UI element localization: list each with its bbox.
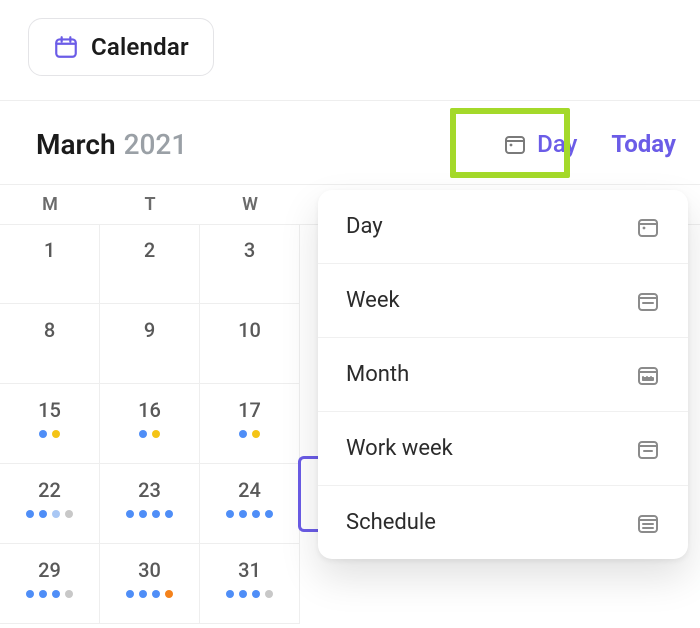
divider [0,100,700,101]
event-dots [200,430,299,438]
event-dots [100,510,199,518]
page-title: March 2021 [36,128,187,161]
event-dots [100,430,199,438]
calendar-cell[interactable]: 2 [100,224,200,304]
calendar-row: 22 23 24 [0,464,310,544]
calendar-cell[interactable]: 9 [100,304,200,384]
calendar-row: 8 9 10 [0,304,310,384]
month-header: March 2021 Day Today [36,120,676,168]
calendar-row: 15 16 17 [0,384,310,464]
menu-item-label: Work week [346,436,453,461]
calendar-cell[interactable]: 31 [200,544,300,624]
calendar-icon [53,34,79,60]
view-switcher-label: Day [537,130,577,158]
divider [0,184,700,185]
calendar-day-icon [636,215,660,239]
today-button[interactable]: Today [611,130,676,158]
calendar-grid: 1 2 3 8 9 10 15 16 17 22 23 24 [0,224,310,624]
event-dots [100,590,199,598]
calendar-cell[interactable]: 24 [200,464,300,544]
menu-item-label: Week [346,288,400,313]
menu-item-workweek[interactable]: Work week [318,412,688,486]
calendar-cell[interactable]: 23 [100,464,200,544]
menu-item-label: Day [346,214,383,239]
month-label: March [36,128,116,161]
weekday-label: M [0,194,100,215]
calendar-cell[interactable]: 15 [0,384,100,464]
menu-item-label: Month [346,362,409,387]
calendar-cell[interactable]: 30 [100,544,200,624]
calendar-workweek-icon [636,437,660,461]
calendar-cell[interactable]: 10 [200,304,300,384]
menu-item-month[interactable]: Month [318,338,688,412]
event-dots [200,510,299,518]
calendar-pill-label: Calendar [91,33,189,61]
event-dots [0,510,99,518]
view-switcher-button[interactable]: Day [489,120,591,168]
event-dots [200,590,299,598]
calendar-cell[interactable]: 17 [200,384,300,464]
calendar-day-icon [503,132,527,156]
calendar-row: 1 2 3 [0,224,310,304]
calendar-cell[interactable]: 1 [0,224,100,304]
menu-item-week[interactable]: Week [318,264,688,338]
menu-item-day[interactable]: Day [318,190,688,264]
event-dots [0,430,99,438]
calendar-row: 29 30 31 [0,544,310,624]
calendar-schedule-icon [636,511,660,535]
calendar-pill[interactable]: Calendar [28,18,214,76]
menu-item-schedule[interactable]: Schedule [318,486,688,559]
calendar-week-icon [636,289,660,313]
calendar-month-icon [636,363,660,387]
calendar-cell[interactable]: 29 [0,544,100,624]
menu-item-label: Schedule [346,510,436,535]
weekday-label: W [200,194,300,215]
calendar-cell[interactable]: 16 [100,384,200,464]
calendar-cell[interactable]: 22 [0,464,100,544]
calendar-cell[interactable]: 8 [0,304,100,384]
calendar-cell[interactable]: 3 [200,224,300,304]
weekday-label: T [100,194,200,215]
weekday-header: M T W [0,194,300,215]
view-switcher-menu: Day Week Month Work week [318,190,688,559]
event-dots [0,590,99,598]
year-label: 2021 [124,128,188,161]
